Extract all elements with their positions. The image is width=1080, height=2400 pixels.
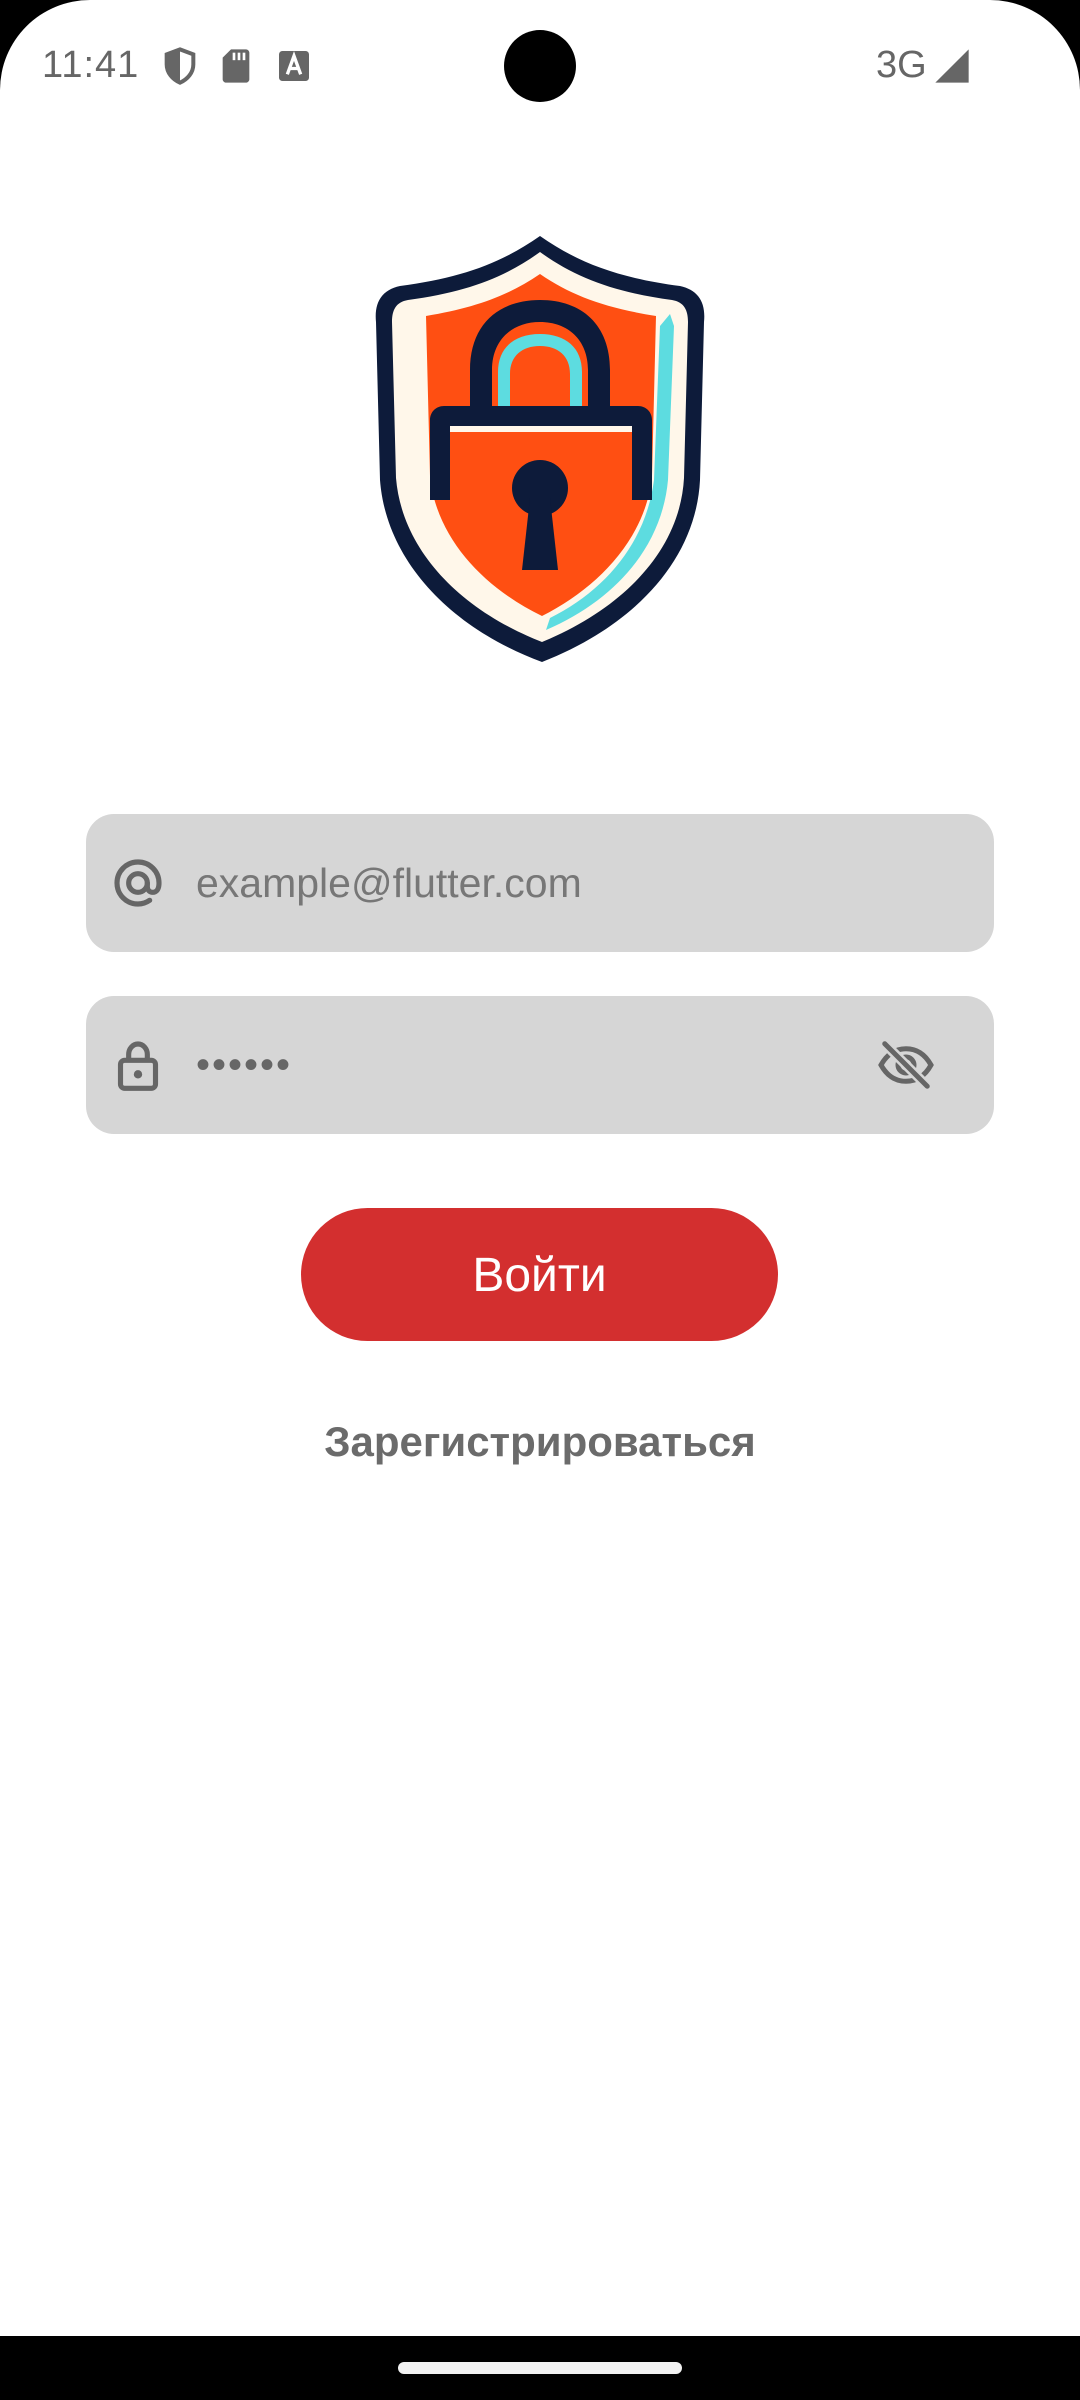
status-time: 11:41: [42, 44, 140, 86]
register-link[interactable]: Зарегистрироваться: [0, 1418, 1080, 1466]
login-button[interactable]: Войти: [301, 1208, 778, 1341]
at-icon: [114, 859, 162, 907]
password-field[interactable]: ••••••: [86, 996, 994, 1134]
shield-lock-logo: [375, 236, 705, 662]
text-notification-icon: [279, 51, 309, 81]
email-placeholder: example@flutter.com: [196, 860, 582, 906]
email-field[interactable]: example@flutter.com: [86, 814, 994, 952]
home-indicator[interactable]: [398, 2362, 682, 2374]
password-value: ••••••: [196, 1043, 293, 1087]
lock-icon: [117, 1041, 159, 1091]
status-bar: 11:41 3G: [0, 0, 1080, 130]
app-screen: 11:41 3G example@flutter.com •••••• Войт…: [0, 0, 1080, 2336]
signal-icon: [935, 49, 969, 83]
front-camera: [504, 30, 576, 102]
sd-card-icon: [222, 49, 250, 83]
network-type: 3G: [876, 44, 927, 86]
shield-icon: [164, 47, 196, 85]
eye-off-icon[interactable]: [876, 1035, 936, 1095]
